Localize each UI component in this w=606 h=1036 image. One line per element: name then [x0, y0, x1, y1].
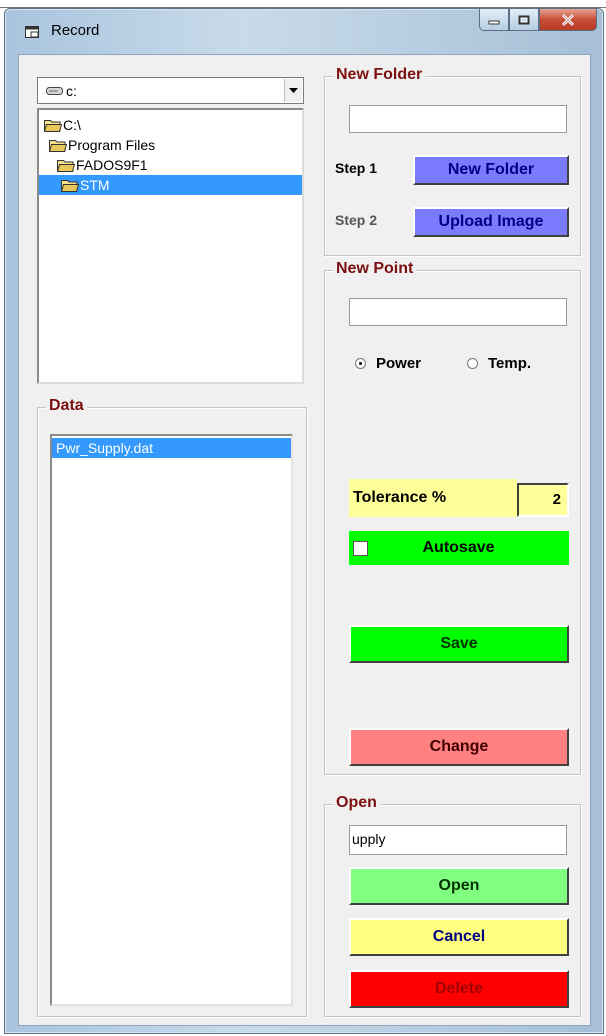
- window-client-area: c: C:\ Program Files FADOS9F1 STM Data P…: [18, 54, 591, 1026]
- autosave-checkbox[interactable]: Autosave: [349, 531, 569, 565]
- save-button[interactable]: Save: [349, 625, 569, 663]
- open-folder-icon: [61, 180, 79, 192]
- open-folder-icon: [49, 140, 67, 152]
- record-window: Record c: C:\ Program Files FADOS9F1 STM…: [4, 8, 604, 1034]
- minimize-button[interactable]: [479, 9, 509, 31]
- open-button[interactable]: Open: [349, 867, 569, 905]
- new-point-input[interactable]: [349, 298, 567, 326]
- minimize-icon: [488, 20, 500, 24]
- autosave-label: Autosave: [422, 539, 495, 556]
- title-bar[interactable]: Record: [5, 9, 603, 49]
- directory-label: C:\: [63, 117, 81, 133]
- power-radio[interactable]: Power: [355, 355, 421, 372]
- new-folder-button[interactable]: New Folder: [413, 155, 569, 185]
- radio-selected-icon: [355, 358, 366, 369]
- open-group: Open upply Open Cancel Delete: [324, 793, 581, 1017]
- cancel-button[interactable]: Cancel: [349, 918, 569, 956]
- step2-label: Step 2: [335, 212, 378, 228]
- tolerance-label: Tolerance %: [349, 479, 517, 517]
- directory-label: STM: [80, 177, 110, 193]
- temp-radio[interactable]: Temp.: [467, 355, 531, 372]
- directory-item[interactable]: Program Files: [49, 135, 155, 155]
- caption-buttons: [479, 9, 597, 37]
- open-folder-icon: [44, 120, 62, 132]
- open-group-title: Open: [333, 793, 380, 813]
- new-folder-group: New Folder Step 1 New Folder Step 2 Uplo…: [324, 65, 581, 256]
- window-title: Record: [51, 22, 100, 39]
- data-file-list[interactable]: Pwr_Supply.dat: [50, 434, 293, 1006]
- directory-item[interactable]: C:\: [44, 115, 81, 135]
- maximize-icon: [518, 15, 530, 24]
- directory-item[interactable]: FADOS9F1: [57, 155, 148, 175]
- step1-label: Step 1: [335, 160, 378, 176]
- new-point-group-title: New Point: [333, 259, 417, 279]
- close-button[interactable]: [539, 9, 597, 31]
- open-file-input[interactable]: upply: [349, 825, 567, 855]
- tolerance-input[interactable]: 2: [517, 483, 569, 517]
- chevron-down-icon: [289, 88, 298, 93]
- close-icon: [561, 13, 575, 26]
- list-item[interactable]: Pwr_Supply.dat: [52, 438, 291, 458]
- new-point-group: New Point Power Temp. Tolerance % 2 Auto…: [324, 259, 581, 775]
- checkbox-unchecked-icon: [353, 540, 368, 556]
- screen-top-edge: [0, 0, 606, 8]
- data-group: Data Pwr_Supply.dat: [37, 396, 307, 1017]
- new-folder-input[interactable]: [349, 105, 567, 133]
- directory-item-selected[interactable]: STM: [39, 175, 302, 195]
- temp-radio-label: Temp.: [488, 355, 532, 372]
- delete-button[interactable]: Delete: [349, 970, 569, 1008]
- power-radio-label: Power: [376, 355, 422, 372]
- directory-label: Program Files: [68, 137, 156, 153]
- change-button[interactable]: Change: [349, 728, 569, 766]
- directory-list[interactable]: C:\ Program Files FADOS9F1 STM: [37, 108, 304, 384]
- maximize-button[interactable]: [509, 9, 539, 31]
- data-group-title: Data: [46, 396, 87, 416]
- drive-dropdown-button[interactable]: [284, 79, 302, 102]
- open-folder-icon: [57, 160, 75, 172]
- directory-label: FADOS9F1: [76, 157, 148, 173]
- new-folder-group-title: New Folder: [333, 65, 426, 85]
- drive-icon: [46, 86, 63, 95]
- window-app-icon: [25, 26, 39, 38]
- drive-value: c:: [66, 82, 77, 99]
- upload-image-button[interactable]: Upload Image: [413, 207, 569, 237]
- drive-combobox[interactable]: c:: [37, 77, 304, 104]
- radio-unselected-icon: [467, 358, 478, 369]
